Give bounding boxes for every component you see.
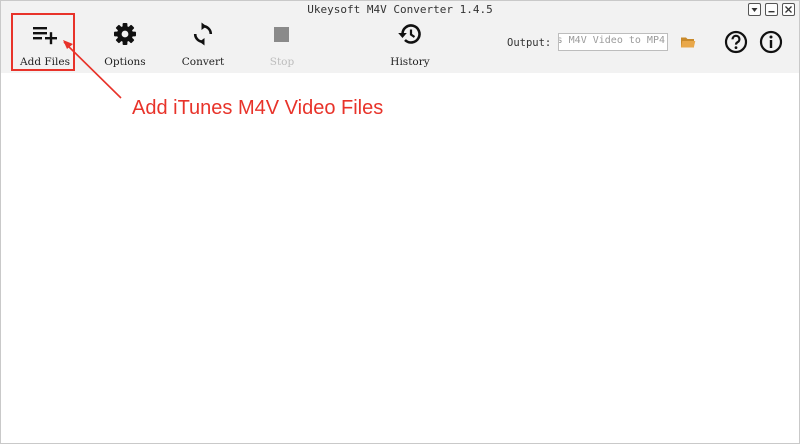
window-controls [748, 3, 795, 16]
output-folder-button[interactable] [680, 34, 696, 53]
help-button[interactable] [724, 30, 748, 58]
file-list-area[interactable] [1, 73, 799, 443]
window-title: Ukeysoft M4V Converter 1.4.5 [307, 3, 493, 16]
minimize-button[interactable] [765, 3, 778, 16]
toolbar: Add Files Options Convert Stop History O… [1, 19, 799, 73]
close-icon [785, 6, 792, 13]
highlight-box [11, 13, 75, 71]
output-label: Output: [507, 37, 552, 49]
dropdown-menu-button[interactable] [748, 3, 761, 16]
annotation-text: Add iTunes M4V Video Files [132, 97, 384, 119]
history-button[interactable]: History [379, 19, 441, 73]
close-button[interactable] [782, 3, 795, 16]
app-window: Ukeysoft M4V Converter 1.4.5 Add Files O… [0, 0, 800, 444]
help-icon [724, 30, 748, 54]
refresh-icon [193, 22, 213, 46]
stop-icon [274, 27, 289, 42]
title-bar: Ukeysoft M4V Converter 1.4.5 [1, 1, 799, 19]
convert-button[interactable]: Convert [173, 19, 233, 73]
options-button[interactable]: Options [95, 19, 155, 73]
history-icon [398, 24, 421, 44]
options-label: Options [104, 56, 146, 68]
minimize-icon [768, 11, 775, 13]
info-button[interactable] [759, 30, 783, 58]
convert-label: Convert [181, 56, 225, 68]
stop-label: Stop [269, 56, 295, 68]
output-format-value: s M4V Video to MP4 [558, 35, 665, 46]
stop-button[interactable]: Stop [252, 19, 312, 73]
folder-icon [681, 37, 696, 48]
info-icon [759, 30, 783, 54]
gear-icon [114, 23, 136, 45]
history-label: History [390, 56, 430, 68]
output-format-field[interactable]: s M4V Video to MP4 [558, 33, 668, 51]
triangle-down-icon [751, 8, 758, 12]
